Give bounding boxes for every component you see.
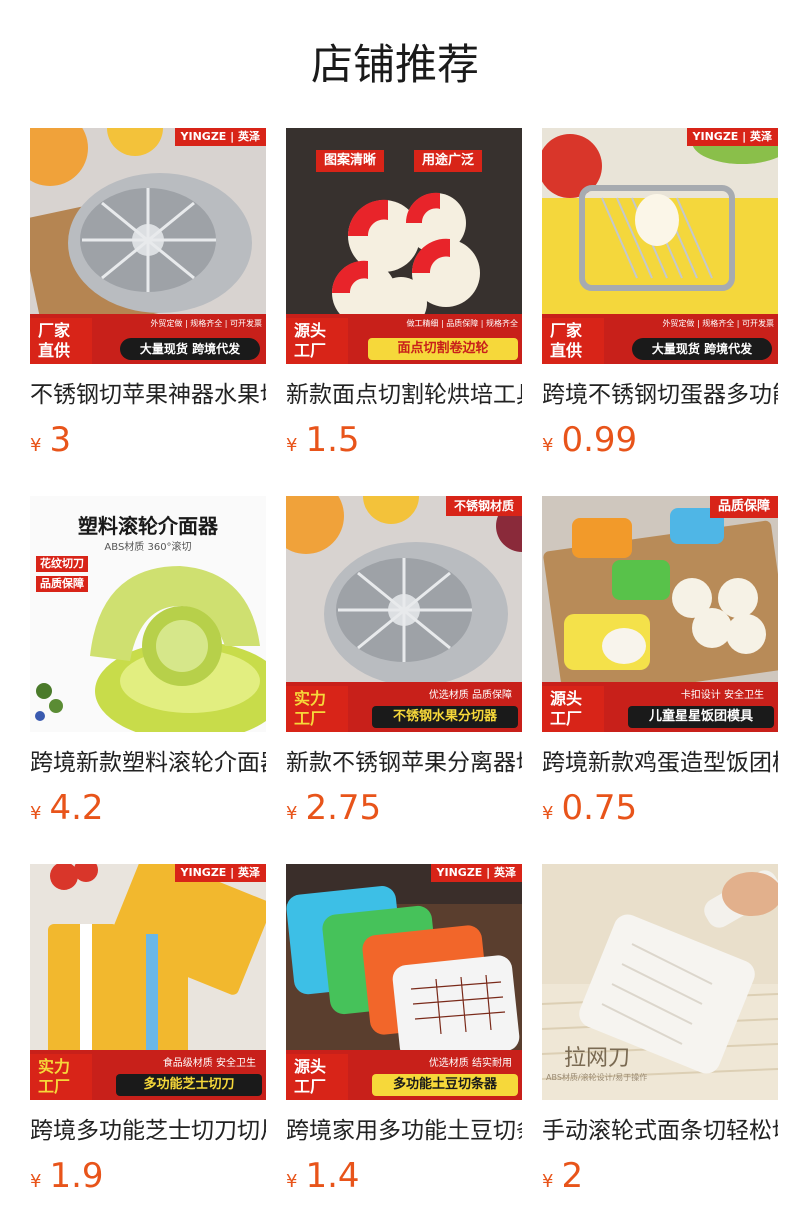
- product-title[interactable]: 跨境新款塑料滚轮介面器: [30, 746, 266, 780]
- promo-banner: 不锈钢水果分切器: [372, 706, 518, 728]
- brand-badge: YINGZE | 英泽: [174, 128, 266, 146]
- currency-symbol: ¥: [286, 435, 298, 456]
- product-image[interactable]: YINGZE | 英泽 实力 工厂 食品级材质 安全卫生 多功能芝士切刀: [30, 864, 266, 1100]
- product-title[interactable]: 新款不锈钢苹果分离器切片: [286, 746, 522, 780]
- product-price: ¥0.75: [542, 786, 778, 830]
- feature-chip: 品质保障: [36, 576, 88, 592]
- product-card[interactable]: YINGZE | 英泽 厂家 直供 外贸定做 | 规格齐全 | 可开发票 大量现货…: [30, 128, 266, 496]
- price-value: 2.75: [305, 788, 382, 828]
- product-title[interactable]: 跨境多功能芝士切刀切片器: [30, 1114, 266, 1148]
- product-card[interactable]: YINGZE | 英泽 厂家 直供 外贸定做 | 规格齐全 | 可开发票 大量现货…: [542, 128, 778, 496]
- product-title[interactable]: 手动滚轮式面条切轻松切面: [542, 1114, 778, 1148]
- product-title[interactable]: 跨境新款鸡蛋造型饭团模具: [542, 746, 778, 780]
- product-card[interactable]: 图案清晰 用途广泛 源头 工厂 做工精细 | 品质保障 | 规格齐全 面点切割卷边…: [286, 128, 522, 496]
- product-card[interactable]: YINGZE | 英泽 源头 工厂 优选材质 结实耐用 多功能土豆切条器 跨境家用…: [286, 864, 522, 1232]
- feature-strip: 优选材质 结实耐用: [428, 1058, 512, 1069]
- factory-tag: 源头 工厂: [286, 318, 348, 364]
- product-image[interactable]: YINGZE | 英泽 源头 工厂 优选材质 结实耐用 多功能土豆切条器: [286, 864, 522, 1100]
- promo-banner: 儿童星星饭团模具: [628, 706, 774, 728]
- brand-badge: YINGZE | 英泽: [174, 864, 266, 882]
- product-price: ¥1.9: [30, 1154, 266, 1198]
- feature-strip: 外贸定做 | 规格齐全 | 可开发票: [150, 319, 262, 328]
- feature-strip: 食品级材质 安全卫生: [162, 1058, 256, 1069]
- feature-chip: 用途广泛: [414, 150, 483, 172]
- product-image[interactable]: YINGZE | 英泽 厂家 直供 外贸定做 | 规格齐全 | 可开发票 大量现货…: [30, 128, 266, 364]
- price-value: 4.2: [49, 788, 104, 828]
- feature-strip: 优选材质 品质保障: [428, 690, 512, 701]
- product-image[interactable]: 不锈钢材质 实力 工厂 优选材质 品质保障 不锈钢水果分切器: [286, 496, 522, 732]
- product-card[interactable]: 品质保障 源头工厂 卡扣设计 安全卫生 儿童星星饭团模具 跨境新款鸡蛋造型饭团模…: [542, 496, 778, 864]
- factory-tag: 厂家 直供: [542, 318, 604, 364]
- currency-symbol: ¥: [542, 435, 554, 456]
- product-title[interactable]: 跨境不锈钢切蛋器多功能: [542, 378, 778, 412]
- feature-strip: 做工精细 | 品质保障 | 规格齐全: [406, 319, 518, 328]
- factory-tag: 源头 工厂: [542, 686, 604, 732]
- image-label: 拉网刀: [564, 1046, 631, 1071]
- currency-symbol: ¥: [542, 803, 554, 824]
- product-grid: YINGZE | 英泽 厂家 直供 外贸定做 | 规格齐全 | 可开发票 大量现货…: [30, 128, 782, 1232]
- product-price: ¥1.5: [286, 418, 522, 462]
- feature-strip: 卡扣设计 安全卫生: [680, 690, 764, 701]
- price-value: 2: [561, 1156, 584, 1196]
- price-value: 0.75: [561, 788, 638, 828]
- product-image[interactable]: YINGZE | 英泽 厂家 直供 外贸定做 | 规格齐全 | 可开发票 大量现货…: [542, 128, 778, 364]
- image-headline: 塑料滚轮介面器: [78, 514, 218, 538]
- promo-banner: 大量现货 跨境代发: [632, 338, 772, 360]
- price-value: 0.99: [561, 420, 638, 460]
- product-image[interactable]: 图案清晰 用途广泛 源头 工厂 做工精细 | 品质保障 | 规格齐全 面点切割卷边…: [286, 128, 522, 364]
- product-price: ¥3: [30, 418, 266, 462]
- currency-symbol: ¥: [286, 1171, 298, 1192]
- promo-banner: 多功能土豆切条器: [372, 1074, 518, 1096]
- factory-tag: 厂家 直供: [30, 318, 92, 364]
- product-image[interactable]: 塑料滚轮介面器 ABS材质 360°滚切 花纹切刀 品质保障: [30, 496, 266, 732]
- price-value: 1.9: [49, 1156, 104, 1196]
- feature-chip: 图案清晰: [316, 150, 385, 172]
- promo-banner: 面点切割卷边轮: [368, 338, 518, 360]
- product-card[interactable]: 不锈钢材质 实力 工厂 优选材质 品质保障 不锈钢水果分切器 新款不锈钢苹果分离器…: [286, 496, 522, 864]
- product-title[interactable]: 跨境家用多功能土豆切条器: [286, 1114, 522, 1148]
- brand-badge: YINGZE | 英泽: [686, 128, 778, 146]
- promo-banner: 多功能芝士切刀: [116, 1074, 262, 1096]
- feature-chip: 花纹切刀: [36, 556, 88, 572]
- product-image[interactable]: 品质保障 源头 工厂 卡扣设计 安全卫生 儿童星星饭团模具: [542, 496, 778, 732]
- price-value: 1.4: [305, 1156, 360, 1196]
- corner-badge: 不锈钢材质: [445, 496, 522, 516]
- product-price: ¥2.75: [286, 786, 522, 830]
- product-title[interactable]: 不锈钢切苹果神器水果切片器: [30, 378, 266, 412]
- currency-symbol: ¥: [30, 803, 42, 824]
- currency-symbol: ¥: [30, 435, 42, 456]
- product-price: ¥2: [542, 1154, 778, 1198]
- currency-symbol: ¥: [30, 1171, 42, 1192]
- product-card[interactable]: 拉网刀 ABS材质/滚轮设计/易于操作 手动滚轮式面条切轻松切面 ¥2: [542, 864, 778, 1232]
- brand-badge: YINGZE | 英泽: [430, 864, 522, 882]
- page-title: 店铺推荐: [310, 40, 479, 89]
- currency-symbol: ¥: [542, 1171, 554, 1192]
- product-price: ¥0.99: [542, 418, 778, 462]
- product-card[interactable]: 塑料滚轮介面器 ABS材质 360°滚切 花纹切刀 品质保障 跨境新款塑料滚轮介…: [30, 496, 266, 864]
- promo-banner: 大量现货 跨境代发: [120, 338, 260, 360]
- image-subtitle: ABS材质 360°滚切: [104, 542, 192, 553]
- image-subtitle: ABS材质/滚轮设计/易于操作: [546, 1073, 648, 1082]
- product-price: ¥4.2: [30, 786, 266, 830]
- factory-tag: 源头 工厂: [286, 1054, 348, 1100]
- factory-tag: 实力 工厂: [286, 686, 348, 732]
- product-image[interactable]: 拉网刀 ABS材质/滚轮设计/易于操作: [542, 864, 778, 1100]
- product-title[interactable]: 新款面点切割轮烘培工具: [286, 378, 522, 412]
- price-value: 1.5: [305, 420, 360, 460]
- price-value: 3: [49, 420, 72, 460]
- factory-tag: 实力 工厂: [30, 1054, 92, 1100]
- corner-badge: 品质保障: [709, 496, 778, 518]
- feature-strip: 外贸定做 | 规格齐全 | 可开发票: [662, 319, 774, 328]
- product-price: ¥1.4: [286, 1154, 522, 1198]
- product-card[interactable]: YINGZE | 英泽 实力 工厂 食品级材质 安全卫生 多功能芝士切刀 跨境多功…: [30, 864, 266, 1232]
- currency-symbol: ¥: [286, 803, 298, 824]
